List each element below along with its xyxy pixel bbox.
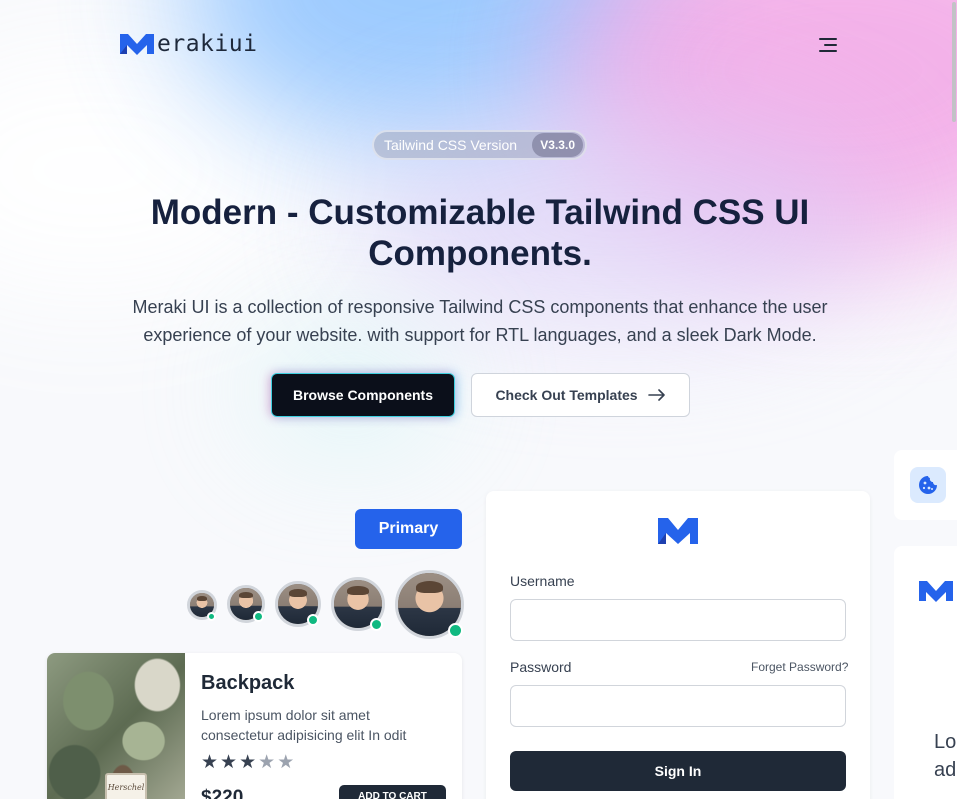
cookie-icon [910, 467, 946, 503]
cookie-card [894, 450, 957, 520]
product-tag: Herschel [105, 773, 147, 799]
hero-subtitle-line2: experience of your website. with support… [143, 325, 817, 345]
page-scrollbar[interactable] [951, 0, 957, 799]
scrollbar-thumb[interactable] [952, 2, 956, 122]
menu-icon[interactable] [816, 34, 840, 56]
product-image: Herschel [47, 653, 185, 799]
meraki-logo-icon [919, 581, 953, 602]
primary-button[interactable]: Primary [355, 509, 462, 549]
online-status-dot [253, 611, 264, 622]
star-filled-icon: ★ [201, 752, 219, 773]
page-title-line1: Modern - Customizable Tailwind CSS UI [150, 193, 810, 232]
star-filled-icon: ★ [239, 752, 257, 773]
sign-in-button[interactable]: Sign In [510, 751, 846, 791]
online-status-dot [207, 612, 216, 621]
product-card: Herschel Backpack Lorem ipsum dolor sit … [47, 653, 462, 799]
hero-subtitle-line1: Meraki UI is a collection of responsive … [132, 297, 828, 317]
product-description-line1: Lorem ipsum dolor sit amet [201, 707, 370, 723]
check-out-templates-button[interactable]: Check Out Templates [471, 373, 690, 417]
username-label: Username [510, 573, 575, 589]
star-filled-icon: ★ [220, 752, 238, 773]
hero-subtitle: Meraki UI is a collection of responsive … [110, 293, 850, 349]
meraki-logo-icon [658, 518, 698, 544]
badge-label: Tailwind CSS Version [384, 137, 518, 153]
forgot-password-link[interactable]: Forget Password? [751, 660, 848, 674]
star-empty-icon: ★ [258, 752, 276, 773]
product-description: Lorem ipsum dolor sit amet consectetur a… [201, 705, 441, 745]
online-status-dot [448, 623, 463, 638]
badge-version: V3.3.0 [532, 133, 583, 157]
online-status-dot [307, 614, 319, 626]
meraki-logo-icon [120, 34, 154, 55]
version-badge: Tailwind CSS Version V3.3.0 [372, 130, 587, 160]
password-input[interactable] [510, 685, 846, 727]
username-input[interactable] [510, 599, 846, 641]
rating-stars: ★ ★ ★ ★ ★ [201, 753, 294, 773]
arrow-right-icon [647, 389, 665, 401]
browse-components-button[interactable]: Browse Components [271, 373, 455, 417]
product-description-line2: consectetur adipisicing elit In odit [201, 727, 407, 743]
side-card: Lo ad [894, 546, 957, 799]
page-title: Modern - Customizable Tailwind CSS UI Co… [100, 192, 860, 274]
logo-text: erakiui [157, 31, 258, 57]
online-status-dot [370, 618, 383, 631]
add-to-cart-button[interactable]: ADD TO CART [339, 785, 446, 799]
site-logo[interactable]: erakiui [119, 31, 257, 57]
check-out-templates-label: Check Out Templates [495, 387, 638, 403]
product-title: Backpack [201, 672, 295, 694]
password-label: Password [510, 659, 572, 675]
login-card: Username Password Forget Password? Sign … [486, 491, 870, 799]
page-title-line2: Components. [368, 234, 592, 273]
star-empty-icon: ★ [277, 752, 295, 773]
product-price: $220 [201, 787, 244, 799]
